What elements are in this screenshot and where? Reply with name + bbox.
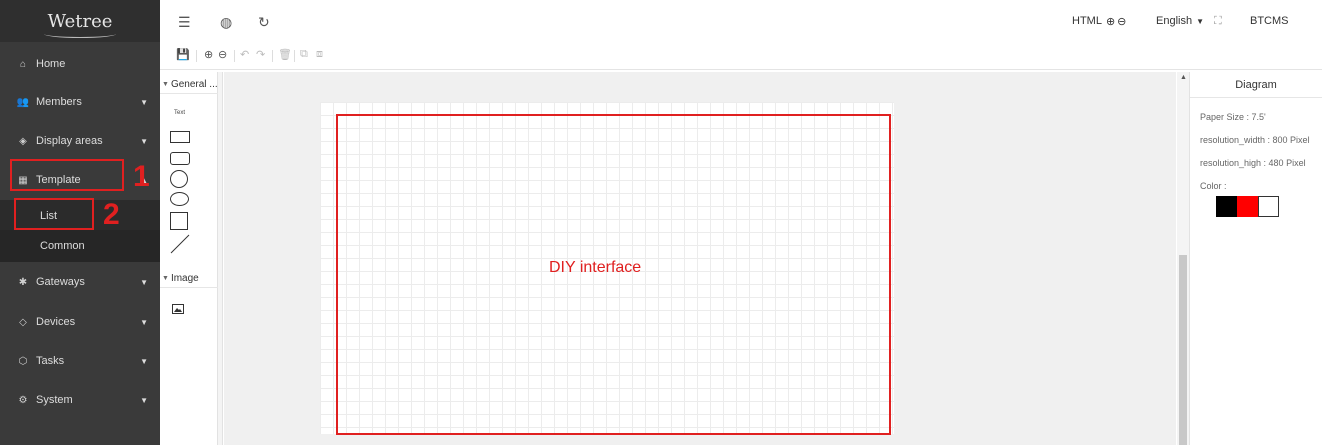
redo-icon[interactable]: ↷	[256, 48, 265, 61]
sidebar-item-home[interactable]: ⌂ Home	[0, 44, 160, 84]
sidebar-item-tasks[interactable]: ⬡ Tasks ▼	[0, 341, 160, 381]
annotation-step-1: 1	[133, 160, 150, 193]
gear-icon: ⚙	[18, 394, 28, 406]
zoom-in-icon[interactable]: ⊕	[204, 48, 213, 61]
sidebar-item-label: Devices	[36, 316, 76, 328]
sidebar-subitem-common[interactable]: Common	[0, 230, 160, 262]
section-header-image[interactable]: ▼ Image	[160, 270, 218, 288]
panel-title: Diagram	[1190, 72, 1322, 98]
resolution-height: resolution_high : 480 Pixel	[1200, 158, 1306, 168]
paper-size: Paper Size : 7.5'	[1200, 112, 1266, 122]
logo-text: Wetree	[43, 11, 117, 38]
sidebar-item-label: Common	[40, 240, 85, 252]
shape-rounded-rectangle[interactable]	[170, 152, 190, 165]
annotation-box-step-2	[14, 198, 94, 230]
sidebar-item-label: Members	[36, 96, 82, 108]
chevron-down-icon: ▼	[140, 136, 148, 146]
undo-icon[interactable]: ↶	[240, 48, 249, 61]
zoom-out-icon[interactable]: ⊖	[218, 48, 227, 61]
sidebar-item-members[interactable]: 👥 Members ▼	[0, 82, 160, 122]
sidebar-item-display-areas[interactable]: ◈ Display areas ▼	[0, 121, 160, 161]
properties-panel: Diagram Paper Size : 7.5' resolution_wid…	[1189, 72, 1322, 445]
html-zoom-control: HTML ⊕ ⊖	[1072, 0, 1126, 42]
gateway-icon: ✱	[18, 276, 28, 288]
chevron-down-icon: ▼	[140, 277, 148, 287]
editor-toolbar: 💾 ⊕ ⊖ ↶ ↷ 🗑 ⧉ ⧈	[160, 42, 1322, 70]
toolbar-divider	[294, 50, 295, 62]
shape-square[interactable]	[170, 212, 188, 230]
chevron-down-icon: ▼	[1196, 16, 1204, 26]
color-label: Color :	[1200, 181, 1227, 191]
chevron-down-icon: ▼	[140, 317, 148, 327]
annotation-diy-interface: DIY interface	[549, 259, 642, 276]
cube-icon: ⬡	[18, 355, 28, 367]
shape-text[interactable]: Text	[174, 110, 185, 116]
sidebar-item-label: Home	[36, 58, 66, 70]
menu-toggle-icon[interactable]: ☰	[178, 14, 191, 31]
sidebar-item-label: Tasks	[36, 355, 65, 367]
chevron-down-icon: ▼	[162, 81, 169, 88]
chevron-down-icon: ▼	[140, 356, 148, 366]
scroll-up-icon[interactable]: ▲	[1180, 74, 1187, 81]
top-bar: ☰ ◍ ↻ HTML ⊕ ⊖ English ▼ ⛶ BTCMS	[160, 0, 1322, 42]
user-menu[interactable]: BTCMS	[1250, 0, 1289, 42]
delete-icon[interactable]: 🗑	[278, 48, 292, 61]
toolbar-divider	[272, 50, 273, 62]
shape-rectangle[interactable]	[170, 131, 190, 143]
shape-ellipse[interactable]	[170, 192, 189, 206]
sidebar-item-devices[interactable]: ◇ Devices ▼	[0, 302, 160, 342]
scrollbar-thumb[interactable]	[1179, 255, 1187, 445]
save-icon[interactable]: 💾	[176, 48, 190, 61]
layers-icon: ◈	[19, 135, 27, 147]
toolbar-divider	[234, 50, 235, 62]
annotation-box-step-1	[10, 159, 124, 191]
tag-icon: ◇	[19, 316, 27, 328]
send-to-back-icon[interactable]: ⧈	[316, 48, 323, 61]
shapes-panel: ▼ General ... Text ▼ Image	[160, 72, 218, 445]
section-header-general[interactable]: ▼ General ...	[160, 76, 218, 94]
shape-line[interactable]	[170, 234, 190, 254]
zoom-out-icon[interactable]: ⊖	[1117, 15, 1126, 28]
logo: Wetree	[0, 0, 160, 42]
sidebar-item-system[interactable]: ⚙ System ▼	[0, 380, 160, 420]
language-label: English	[1156, 15, 1193, 27]
shape-circle[interactable]	[170, 170, 188, 188]
html-label: HTML	[1072, 15, 1102, 27]
bring-to-front-icon[interactable]: ⧉	[300, 48, 308, 61]
resolution-width: resolution_width : 800 Pixel	[1200, 135, 1310, 145]
logo-arc	[43, 30, 117, 38]
chevron-down-icon: ▼	[140, 97, 148, 107]
refresh-icon[interactable]: ↻	[258, 14, 270, 31]
members-icon: 👥	[16, 96, 30, 108]
globe-icon[interactable]: ◍	[220, 14, 232, 31]
sidebar-item-label: System	[36, 394, 73, 406]
color-swatch-white[interactable]	[1258, 196, 1279, 217]
color-swatch-black[interactable]	[1216, 196, 1237, 217]
chevron-down-icon: ▼	[162, 275, 169, 282]
panel-splitter[interactable]	[218, 72, 223, 445]
sidebar-item-label: Gateways	[36, 276, 85, 288]
chevron-down-icon: ▼	[140, 395, 148, 405]
user-name: BTCMS	[1250, 15, 1289, 27]
home-icon: ⌂	[19, 58, 27, 70]
color-swatch-red[interactable]	[1237, 196, 1258, 217]
toolbar-divider	[196, 50, 197, 62]
zoom-in-icon[interactable]: ⊕	[1106, 15, 1115, 28]
sidebar-item-gateways[interactable]: ✱ Gateways ▼	[0, 262, 160, 302]
fullscreen-icon[interactable]: ⛶	[1214, 15, 1222, 28]
sidebar-item-label: Display areas	[36, 135, 103, 147]
image-shape-icon[interactable]	[172, 304, 184, 314]
language-select[interactable]: English ▼	[1156, 0, 1204, 42]
annotation-step-2: 2	[103, 198, 120, 231]
